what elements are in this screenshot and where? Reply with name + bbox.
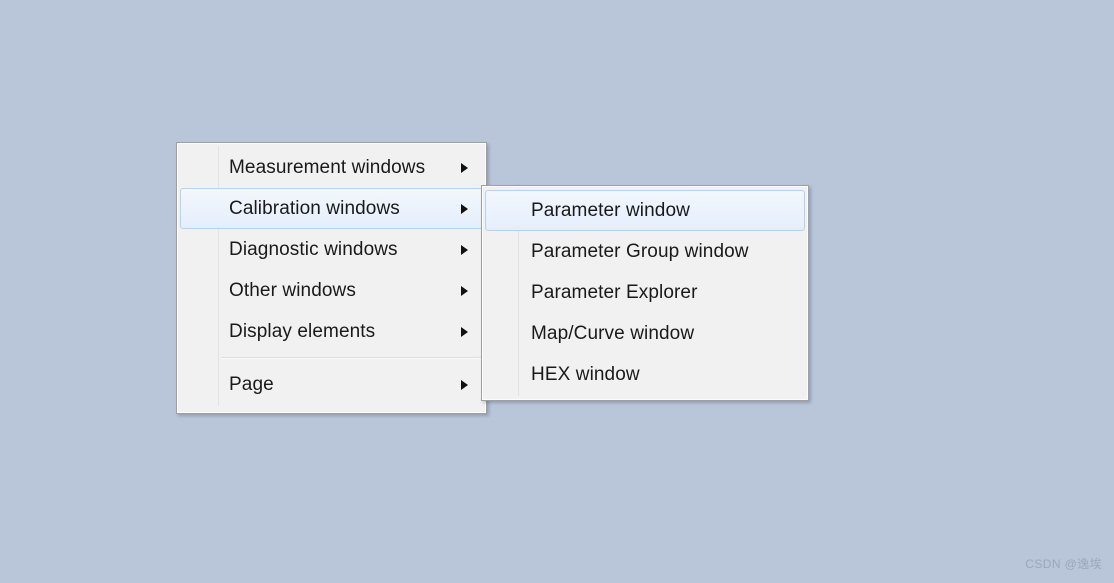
menu-item-label: Display elements [229, 320, 376, 342]
menu-item-display-elements[interactable]: Display elements [180, 311, 483, 352]
context-menu-windows[interactable]: Measurement windows Calibration windows … [176, 142, 487, 414]
submenu-item-label: Parameter Group window [531, 240, 749, 262]
menu-item-label: Page [229, 373, 274, 395]
submenu-arrow-icon [461, 326, 468, 337]
submenu-item-parameter-window[interactable]: Parameter window [485, 190, 805, 231]
submenu-arrow-icon [461, 285, 468, 296]
submenu-item-parameter-group-window[interactable]: Parameter Group window [485, 231, 805, 272]
main-menu-items-container: Measurement windows Calibration windows … [177, 143, 486, 409]
submenu-item-label: Map/Curve window [531, 322, 695, 344]
submenu-item-label: Parameter window [531, 199, 690, 221]
submenu-arrow-icon [461, 379, 468, 390]
submenu-items-container: Parameter window Parameter Group window … [482, 186, 808, 399]
menu-item-label: Measurement windows [229, 156, 426, 178]
submenu-item-map-curve-window[interactable]: Map/Curve window [485, 313, 805, 354]
menu-item-label: Other windows [229, 279, 356, 301]
submenu-item-label: HEX window [531, 363, 640, 385]
menu-item-calibration-windows[interactable]: Calibration windows [180, 188, 483, 229]
menu-item-page[interactable]: Page [180, 364, 483, 405]
submenu-arrow-icon [461, 162, 468, 173]
submenu-item-hex-window[interactable]: HEX window [485, 354, 805, 395]
submenu-item-parameter-explorer[interactable]: Parameter Explorer [485, 272, 805, 313]
menu-item-measurement-windows[interactable]: Measurement windows [180, 147, 483, 188]
menu-separator [221, 357, 483, 359]
menu-item-label: Diagnostic windows [229, 238, 398, 260]
submenu-arrow-icon [461, 244, 468, 255]
watermark: CSDN @逸埃 [1025, 557, 1102, 571]
submenu-item-label: Parameter Explorer [531, 281, 698, 303]
submenu-arrow-icon [461, 203, 468, 214]
menu-item-label: Calibration windows [229, 197, 400, 219]
menu-item-other-windows[interactable]: Other windows [180, 270, 483, 311]
menu-item-diagnostic-windows[interactable]: Diagnostic windows [180, 229, 483, 270]
calibration-windows-submenu[interactable]: Parameter window Parameter Group window … [481, 185, 809, 401]
